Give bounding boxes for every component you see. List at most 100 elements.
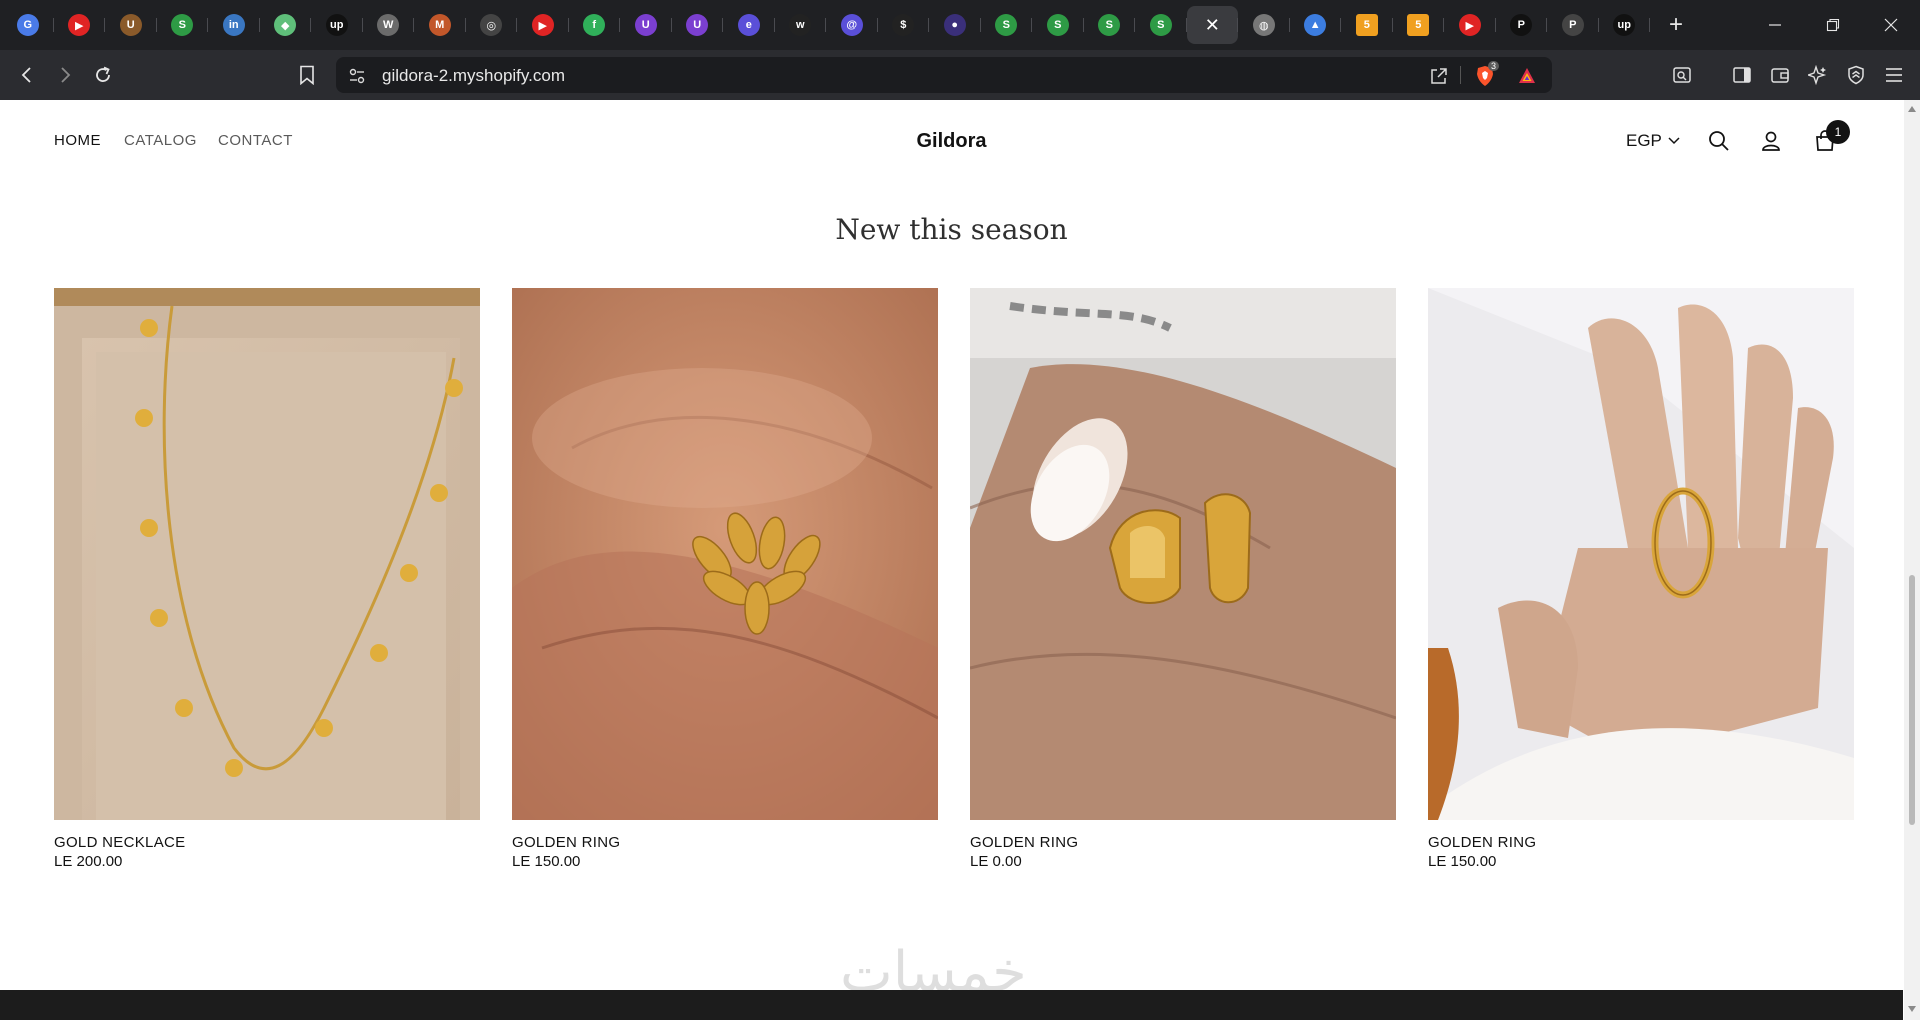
- account-icon[interactable]: [1756, 126, 1786, 156]
- site-settings-icon[interactable]: [346, 65, 368, 87]
- browser-tab[interactable]: U: [620, 6, 672, 44]
- dark-globe-icon: ●: [943, 14, 966, 36]
- url-text[interactable]: gildora-2.myshopify.com: [382, 66, 565, 86]
- browser-tab[interactable]: P: [1547, 6, 1599, 44]
- youtube-icon: ▶: [531, 14, 554, 36]
- close-window-button[interactable]: [1862, 0, 1920, 50]
- page-scrollbar[interactable]: [1904, 100, 1920, 1020]
- brave-shields-icon[interactable]: 3: [1474, 61, 1500, 87]
- browser-toolbar: gildora-2.myshopify.com 3: [0, 50, 1920, 100]
- browser-tab[interactable]: up: [311, 6, 363, 44]
- browser-tab[interactable]: ◎: [466, 6, 517, 44]
- new-tab-button[interactable]: +: [1656, 6, 1696, 44]
- browser-tab[interactable]: $: [878, 6, 929, 44]
- search-icon[interactable]: [1704, 126, 1734, 156]
- store-logo[interactable]: Gildora: [0, 130, 1903, 153]
- browser-tab[interactable]: e: [723, 6, 775, 44]
- p-icon: P: [1561, 14, 1584, 36]
- minimize-button[interactable]: [1746, 0, 1804, 50]
- green-f-icon: f: [583, 14, 606, 36]
- omnibox-divider: [1460, 66, 1461, 84]
- product-title[interactable]: GOLD NECKLACE: [54, 834, 480, 851]
- product-title[interactable]: GOLDEN RING: [970, 834, 1396, 851]
- browser-tab[interactable]: S: [981, 6, 1032, 44]
- sidebar-toggle-icon[interactable]: [1730, 63, 1754, 87]
- tab-list: G ▶ U Sin ◆ up W M ◎ ▶ f U Ue w @ $ ● S S S S ✕ ◍ ▲ 5 5 ▶ P Pup: [2, 6, 1650, 44]
- browser-tab[interactable]: 5: [1393, 6, 1444, 44]
- browser-tab[interactable]: ▶: [1444, 6, 1496, 44]
- reload-button[interactable]: [88, 60, 118, 90]
- browser-tab[interactable]: U: [672, 6, 723, 44]
- browser-tab[interactable]: S: [1032, 6, 1084, 44]
- product-card[interactable]: GOLDEN RING LE 150.00: [1428, 288, 1854, 870]
- browser-tab[interactable]: U: [105, 6, 157, 44]
- back-button[interactable]: [12, 60, 42, 90]
- product-image-open-ring[interactable]: [970, 288, 1396, 820]
- browser-tab[interactable]: ◆: [260, 6, 311, 44]
- upwork-icon: U: [119, 14, 142, 36]
- five-icon: 5: [1355, 14, 1378, 36]
- browser-tab[interactable]: G: [2, 6, 54, 44]
- browser-tab[interactable]: up: [1599, 6, 1650, 44]
- browser-tab[interactable]: ▶: [517, 6, 569, 44]
- shopify-icon: S: [1098, 14, 1121, 36]
- scroll-down-arrow[interactable]: [1908, 1006, 1916, 1012]
- shopify-icon: S: [1149, 14, 1172, 36]
- menu-icon[interactable]: [1882, 63, 1906, 87]
- shields-count-badge: 3: [1488, 61, 1500, 71]
- restore-button[interactable]: [1804, 0, 1862, 50]
- browser-tab[interactable]: W: [363, 6, 414, 44]
- bookmark-icon[interactable]: [292, 60, 322, 90]
- browser-tab[interactable]: P: [1496, 6, 1547, 44]
- tab-strip: G ▶ U Sin ◆ up W M ◎ ▶ f U Ue w @ $ ● S S S S ✕ ◍ ▲ 5 5 ▶ P Pup +: [0, 0, 1920, 50]
- green-diamond-icon: ◆: [274, 14, 297, 36]
- browser-tab[interactable]: ▶: [54, 6, 105, 44]
- browser-tab[interactable]: ▲: [1290, 6, 1341, 44]
- wordpress-icon: W: [377, 14, 400, 36]
- linkedin-icon: in: [222, 14, 245, 36]
- browser-tab[interactable]: ✕: [1186, 6, 1238, 44]
- product-card[interactable]: GOLDEN RING LE 0.00: [970, 288, 1396, 870]
- browser-tab[interactable]: w: [775, 6, 826, 44]
- product-title[interactable]: GOLDEN RING: [1428, 834, 1854, 851]
- close-icon: ✕: [1204, 14, 1220, 35]
- scroll-thumb[interactable]: [1909, 575, 1915, 825]
- upwork-icon: up: [1613, 14, 1636, 36]
- forward-button[interactable]: [50, 60, 80, 90]
- product-title[interactable]: GOLDEN RING: [512, 834, 938, 851]
- brave-rewards-icon[interactable]: [1516, 65, 1538, 87]
- browser-tab[interactable]: S: [157, 6, 208, 44]
- five-icon: 5: [1407, 14, 1430, 36]
- shopify-icon: S: [171, 14, 194, 36]
- currency-selector[interactable]: EGP: [1626, 131, 1680, 151]
- product-card[interactable]: GOLD NECKLACE LE 200.00: [54, 288, 480, 870]
- product-image-oval-ring[interactable]: [1428, 288, 1854, 820]
- address-bar[interactable]: gildora-2.myshopify.com 3: [336, 57, 1552, 93]
- reader-mode-icon[interactable]: [1670, 63, 1694, 87]
- browser-tab[interactable]: S: [1135, 6, 1187, 44]
- purple-circle-icon: @: [840, 14, 863, 36]
- purple-e-icon: e: [737, 14, 760, 36]
- browser-tab[interactable]: f: [569, 6, 620, 44]
- vpn-shield-icon[interactable]: [1844, 63, 1868, 87]
- browser-tab[interactable]: in: [208, 6, 260, 44]
- scroll-up-arrow[interactable]: [1908, 106, 1916, 112]
- product-image-leaf-ring[interactable]: [512, 288, 938, 820]
- cart-count-badge: 1: [1826, 120, 1850, 144]
- browser-tab[interactable]: @: [826, 6, 878, 44]
- product-card[interactable]: GOLDEN RING LE 150.00: [512, 288, 938, 870]
- magento-icon: M: [428, 14, 451, 36]
- browser-tab[interactable]: ●: [929, 6, 981, 44]
- wallet-icon[interactable]: [1768, 63, 1792, 87]
- footer-band: [0, 990, 1903, 1020]
- purple-u-icon: U: [634, 14, 657, 36]
- youtube-icon: ▶: [1458, 14, 1481, 36]
- shopify-icon: S: [995, 14, 1018, 36]
- share-icon[interactable]: [1428, 65, 1450, 87]
- product-image-necklace[interactable]: [54, 288, 480, 820]
- browser-tab[interactable]: S: [1084, 6, 1135, 44]
- browser-tab[interactable]: ◍: [1238, 6, 1290, 44]
- browser-tab[interactable]: 5: [1341, 6, 1393, 44]
- browser-tab[interactable]: M: [414, 6, 466, 44]
- leo-ai-icon[interactable]: [1806, 63, 1830, 87]
